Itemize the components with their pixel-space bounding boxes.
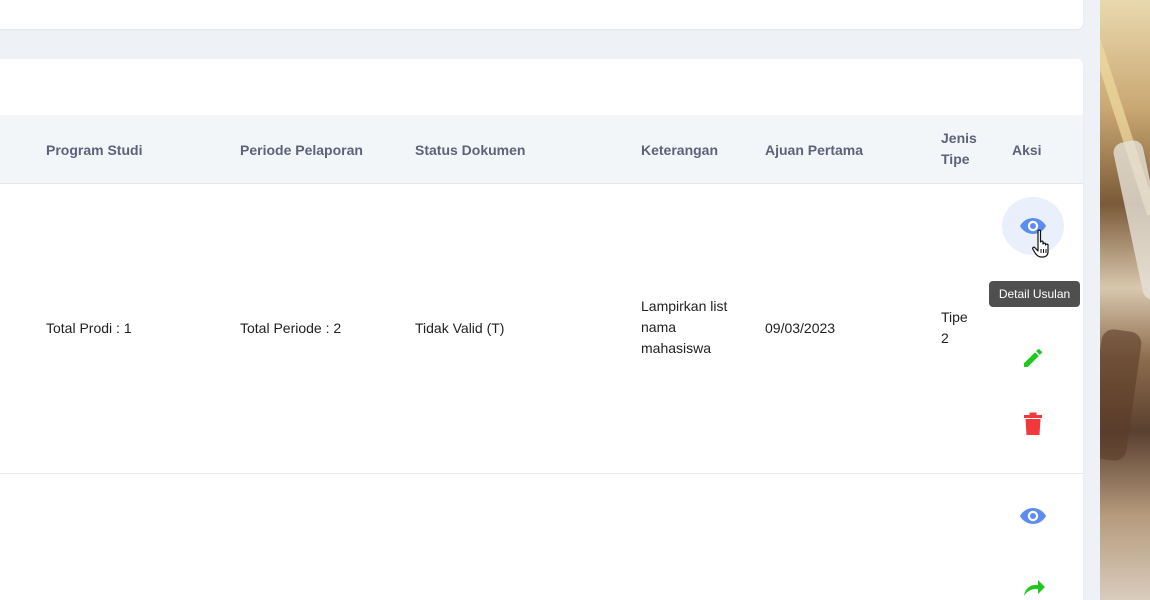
cell-program-studi: Total Prodi : 1 (46, 320, 132, 336)
cell-keterangan-line3: mahasiswa (641, 340, 712, 356)
cell-jenis-tipe-line2: 2 (941, 330, 949, 346)
pencil-icon (1024, 348, 1043, 367)
row-divider (0, 473, 1083, 474)
resubmit-button[interactable] (1013, 570, 1053, 600)
cell-jenis-tipe: Tipe 2 (941, 307, 968, 349)
app-viewport: Program Studi Periode Pelaporan Status D… (0, 0, 1150, 600)
background-photo (1100, 0, 1150, 600)
header-periode-pelaporan[interactable]: Periode Pelaporan (240, 140, 363, 161)
hand-cursor-icon (1032, 229, 1049, 258)
header-status-dokumen[interactable]: Status Dokumen (415, 140, 525, 161)
cell-keterangan: Lampirkan list nama mahasiswa (641, 296, 727, 359)
cell-jenis-tipe-line1: Tipe (941, 309, 968, 325)
tooltip-detail-usulan: Detail Usulan (989, 281, 1080, 307)
view-detail-button-row2[interactable] (1013, 496, 1053, 536)
redo-icon (1024, 580, 1045, 596)
header-ajuan-pertama[interactable]: Ajuan Pertama (765, 140, 863, 161)
header-aksi: Aksi (1012, 142, 1042, 158)
header-jenis-tipe-line2: Tipe (941, 151, 970, 167)
cell-keterangan-line1: Lampirkan list (641, 298, 728, 314)
cell-keterangan-line2: nama (641, 319, 677, 335)
delete-button[interactable] (1013, 404, 1053, 444)
edit-button[interactable] (1013, 338, 1053, 378)
cell-status-dokumen: Tidak Valid (T) (415, 320, 505, 336)
table-header (0, 115, 1083, 184)
eye-icon (1020, 508, 1046, 524)
header-jenis-tipe-line1: Jenis (941, 130, 977, 146)
trash-icon (1024, 412, 1042, 435)
header-jenis-tipe[interactable]: Jenis Tipe (941, 128, 977, 170)
cell-periode-pelaporan: Total Periode : 2 (240, 320, 342, 336)
header-keterangan[interactable]: Keterangan (641, 140, 718, 161)
header-program-studi[interactable]: Program Studi (46, 140, 142, 161)
cell-ajuan-pertama: 09/03/2023 (765, 320, 836, 336)
filter-card (0, 0, 1083, 29)
